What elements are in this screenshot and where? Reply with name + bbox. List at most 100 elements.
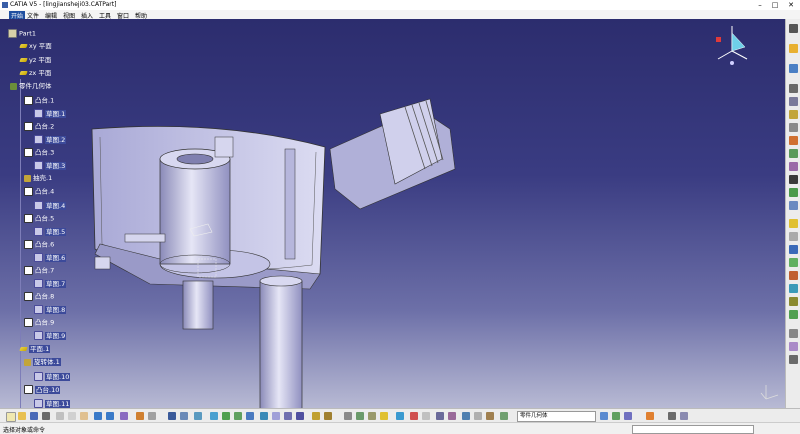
- rotate-view-icon[interactable]: [210, 412, 218, 420]
- sew-icon[interactable]: [789, 258, 798, 267]
- boolean-icon[interactable]: [789, 342, 798, 351]
- pattern-icon[interactable]: [789, 310, 798, 319]
- tree-node[interactable]: 草图.10: [34, 372, 71, 381]
- tree-node[interactable]: xy 平面: [19, 42, 52, 51]
- measure-icon[interactable]: [789, 355, 798, 364]
- tree-node[interactable]: 草图.3: [34, 161, 67, 170]
- tree-node[interactable]: 草图.4: [34, 201, 67, 210]
- pan-icon[interactable]: [194, 412, 202, 420]
- parameter-icon[interactable]: [436, 412, 444, 420]
- tree-node[interactable]: 凸台.8: [24, 292, 54, 301]
- formula-icon[interactable]: [136, 412, 144, 420]
- tree-node[interactable]: 凸台.10: [24, 385, 61, 394]
- tree-node[interactable]: 凸台.6: [24, 240, 54, 249]
- compass-icon[interactable]: [712, 21, 752, 66]
- zoom-in-icon[interactable]: [222, 412, 230, 420]
- apply-material-icon[interactable]: [646, 412, 654, 420]
- open-icon[interactable]: [18, 412, 26, 420]
- zoom-out-icon[interactable]: [234, 412, 242, 420]
- tree-node[interactable]: 草图.9: [34, 331, 67, 340]
- plane-icon[interactable]: [380, 412, 388, 420]
- tree-node[interactable]: 旋转体.1: [24, 358, 61, 367]
- settings-icon[interactable]: [789, 24, 798, 33]
- mirror-icon[interactable]: [789, 297, 798, 306]
- catalog-icon[interactable]: [600, 412, 608, 420]
- tree-node[interactable]: 凸台.5: [24, 214, 54, 223]
- tree-node[interactable]: 草图.5: [34, 227, 67, 236]
- copy-icon[interactable]: [68, 412, 76, 420]
- split-icon[interactable]: [789, 245, 798, 254]
- hole-icon[interactable]: [789, 136, 798, 145]
- sketcher-bottom-icon[interactable]: [396, 412, 404, 420]
- tree-node[interactable]: 凸台.9: [24, 318, 54, 327]
- save-icon[interactable]: [30, 412, 38, 420]
- fly-mode-icon[interactable]: [168, 412, 176, 420]
- material-icon[interactable]: [624, 412, 632, 420]
- spiral-icon[interactable]: [422, 412, 430, 420]
- redo-icon[interactable]: [106, 412, 114, 420]
- tree-node[interactable]: 凸台.4: [24, 187, 54, 196]
- rotate-icon[interactable]: [789, 284, 798, 293]
- specification-tree[interactable]: Part1 xy 平面 yz 平面 zx 平面零件几何体凸台.1 草图.1 凸台.2 草图…: [0, 19, 80, 408]
- thickness-icon[interactable]: [789, 232, 798, 241]
- swap-space-icon[interactable]: [296, 412, 304, 420]
- shaft-icon[interactable]: [789, 110, 798, 119]
- draft-icon[interactable]: [789, 201, 798, 210]
- tree-node[interactable]: zx 平面: [19, 69, 51, 78]
- update-icon[interactable]: [312, 412, 320, 420]
- tree-node[interactable]: 草图.6: [34, 253, 67, 262]
- whats-this-icon[interactable]: [120, 412, 128, 420]
- tree-node[interactable]: 草图.2: [34, 135, 67, 144]
- tree-node[interactable]: 草图.11: [34, 399, 71, 408]
- maximize-button[interactable]: □: [770, 0, 780, 10]
- tree-node[interactable]: 平面.1: [19, 345, 51, 354]
- tree-node[interactable]: 凸台.2: [24, 122, 54, 131]
- fit-all-icon[interactable]: [180, 412, 188, 420]
- remove-body-icon[interactable]: [500, 412, 508, 420]
- fillet-icon[interactable]: [789, 175, 798, 184]
- tree-node[interactable]: 草图.7: [34, 279, 67, 288]
- rib-icon[interactable]: [789, 149, 798, 158]
- tree-node[interactable]: 草图.1: [34, 109, 67, 118]
- measure-between-icon[interactable]: [410, 412, 418, 420]
- 3d-viewport[interactable]: Part1 xy 平面 yz 平面 zx 平面零件几何体凸台.1 草图.1 凸台.2 草图…: [0, 19, 785, 408]
- tree-node[interactable]: 凸台.7: [24, 266, 54, 275]
- axis-system-icon[interactable]: [344, 412, 352, 420]
- shell-icon[interactable]: [789, 219, 798, 228]
- iso-view-icon[interactable]: [260, 412, 268, 420]
- tree-root[interactable]: Part1: [8, 29, 36, 38]
- cut-icon[interactable]: [56, 412, 64, 420]
- shading-icon[interactable]: [272, 412, 280, 420]
- exit-workbench-icon[interactable]: [789, 64, 798, 73]
- chamfer-icon[interactable]: [789, 188, 798, 197]
- paste-icon[interactable]: [80, 412, 88, 420]
- close-button[interactable]: ✕: [786, 0, 796, 10]
- tree-node[interactable]: 凸台.1: [24, 96, 54, 105]
- instantiate-icon[interactable]: [612, 412, 620, 420]
- knowledge-icon[interactable]: [148, 412, 156, 420]
- body-select-dropdown[interactable]: 零件几何体: [517, 411, 596, 422]
- constraint-icon[interactable]: [324, 412, 332, 420]
- print-icon[interactable]: [42, 412, 50, 420]
- tree-node[interactable]: 凸台.3: [24, 148, 54, 157]
- analysis-icon[interactable]: [668, 412, 676, 420]
- point-icon[interactable]: [356, 412, 364, 420]
- new-icon[interactable]: [6, 412, 16, 422]
- part-3d-model[interactable]: [0, 19, 785, 408]
- sketcher-icon[interactable]: [789, 44, 798, 53]
- undo-icon[interactable]: [94, 412, 102, 420]
- tree-node[interactable]: 草图.8: [34, 305, 67, 314]
- line-icon[interactable]: [368, 412, 376, 420]
- translate-icon[interactable]: [789, 271, 798, 280]
- hide-show-icon[interactable]: [284, 412, 292, 420]
- insert-body-icon[interactable]: [462, 412, 470, 420]
- tree-node[interactable]: 零件几何体: [10, 82, 52, 91]
- add-body-icon[interactable]: [486, 412, 494, 420]
- minimize-button[interactable]: –: [755, 0, 765, 10]
- pad-icon[interactable]: [789, 84, 798, 93]
- assemble-icon[interactable]: [474, 412, 482, 420]
- slot-icon[interactable]: [789, 162, 798, 171]
- tree-node[interactable]: yz 平面: [19, 56, 51, 65]
- pocket-icon[interactable]: [789, 97, 798, 106]
- draft-analysis-icon[interactable]: [680, 412, 688, 420]
